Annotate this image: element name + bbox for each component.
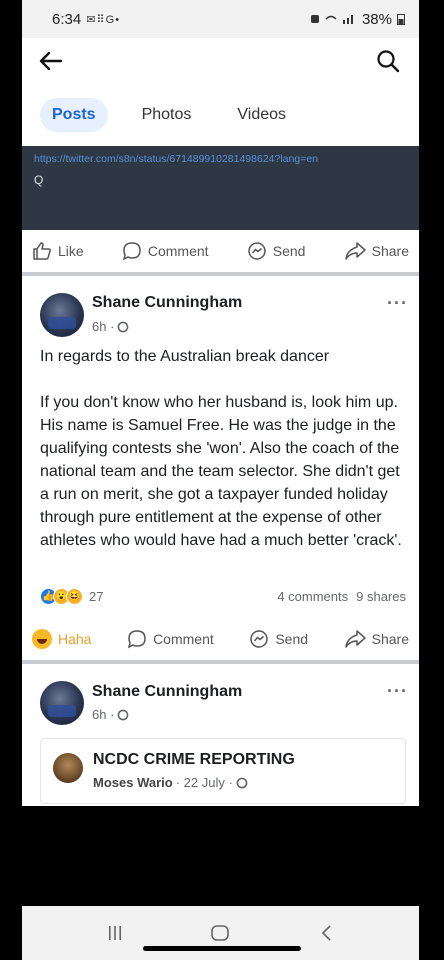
share-icon — [344, 242, 366, 260]
comments-count[interactable]: 4 comments — [277, 589, 348, 604]
profile-tabs: Posts Photos Videos — [22, 84, 419, 146]
post-actions: Haha Comment Send Share — [22, 618, 419, 660]
recent-apps-icon — [108, 926, 121, 940]
battery-icon — [397, 14, 405, 25]
post-time: 6h · — [92, 707, 115, 722]
system-nav-bar — [22, 906, 419, 960]
post-time: 6h · — [92, 319, 115, 334]
home-button[interactable] — [200, 918, 240, 948]
comment-button[interactable]: Comment — [122, 241, 209, 261]
globe-icon — [236, 777, 248, 788]
search-icon — [377, 50, 400, 73]
status-time: 6:34 — [52, 10, 82, 28]
tab-videos[interactable]: Videos — [225, 98, 298, 132]
more-options-button[interactable]: ··· — [387, 682, 408, 700]
send-button[interactable]: Send — [247, 241, 305, 261]
post-text-body: If you don't know who her husband is, lo… — [40, 394, 402, 549]
back-button[interactable] — [36, 46, 66, 76]
post-card: Shane Cunningham 6h · ··· NCDC CRIME REP… — [22, 664, 419, 806]
reaction-count: 27 — [89, 589, 104, 604]
share-icon — [344, 630, 366, 648]
shared-page-name[interactable]: NCDC CRIME REPORTING — [93, 751, 295, 769]
tab-photos[interactable]: Photos — [130, 98, 204, 132]
messenger-icon — [248, 242, 266, 260]
status-bar: 6:34 ✉ ⠿ G • 38% — [22, 0, 419, 38]
avatar[interactable] — [40, 293, 84, 337]
link-url[interactable]: https://twitter.com/s8n/status/671489910… — [34, 152, 407, 167]
link-preview[interactable]: https://twitter.com/s8n/status/671489910… — [22, 146, 419, 230]
share-button[interactable]: Share — [344, 241, 409, 261]
share-button[interactable]: Share — [344, 629, 409, 649]
haha-reaction-icon: 😆 — [66, 588, 83, 605]
send-button[interactable]: Send — [249, 629, 308, 649]
messenger-icon — [250, 630, 269, 648]
shared-post-card[interactable]: NCDC CRIME REPORTING Moses Wario · 22 Ju… — [40, 738, 406, 804]
shared-author[interactable]: Moses Wario — [93, 775, 173, 790]
like-button[interactable]: Like — [32, 241, 84, 261]
comment-icon — [122, 242, 141, 261]
comment-icon — [127, 630, 146, 649]
battery-percent: 38% — [361, 10, 392, 28]
post-actions-top: Like Comment Send Share — [22, 230, 419, 272]
shares-count[interactable]: 9 shares — [356, 589, 406, 604]
arrow-left-icon — [39, 51, 63, 71]
reaction-button[interactable]: Haha — [32, 629, 91, 649]
thumbs-up-icon — [33, 242, 51, 260]
system-back-button[interactable] — [306, 918, 346, 948]
tab-posts[interactable]: Posts — [40, 98, 108, 132]
post-author[interactable]: Shane Cunningham — [92, 683, 242, 701]
app-header — [22, 38, 419, 84]
search-button[interactable] — [373, 46, 403, 76]
page-avatar[interactable] — [53, 753, 83, 783]
more-options-button[interactable]: ··· — [387, 294, 408, 312]
recent-apps-button[interactable] — [95, 918, 135, 948]
notification-icons: ✉ ⠿ G • — [86, 13, 119, 26]
haha-emoji-icon — [32, 629, 52, 649]
alarm-icon — [310, 15, 319, 23]
home-icon — [211, 925, 230, 941]
facebook-profile-screen: 6:34 ✉ ⠿ G • 38% Posts Photos Videos htt… — [22, 0, 419, 906]
reactions-summary[interactable]: 👍 😮 😆 27 4 comments 9 shares — [40, 588, 406, 605]
home-indicator — [143, 946, 301, 951]
post-author[interactable]: Shane Cunningham — [92, 294, 242, 312]
chevron-left-icon — [322, 925, 331, 941]
signal-icon — [325, 15, 353, 24]
globe-icon — [118, 709, 129, 720]
post-card: Shane Cunningham 6h · ··· In regards to … — [22, 276, 419, 660]
link-q-text: Q — [34, 173, 44, 187]
globe-icon — [118, 321, 129, 332]
avatar[interactable] — [40, 681, 84, 725]
post-text-intro: In regards to the Australian break dance… — [40, 348, 330, 365]
shared-date: · 22 July · — [175, 775, 233, 790]
comment-button[interactable]: Comment — [127, 629, 214, 649]
